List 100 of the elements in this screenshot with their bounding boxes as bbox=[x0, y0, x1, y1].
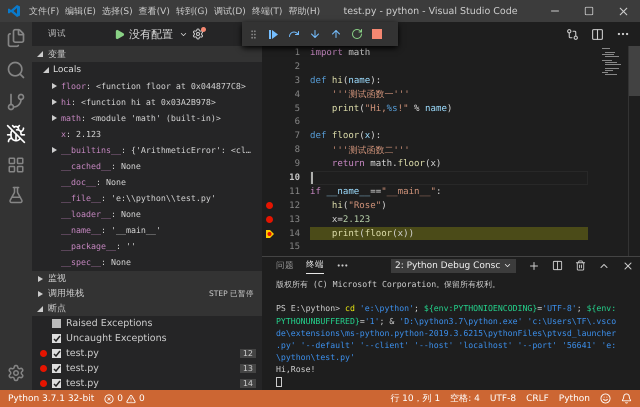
variable-entry[interactable]: floor: <function floor at 0x044877C8> bbox=[61, 81, 246, 91]
smiley-icon[interactable] bbox=[600, 393, 611, 404]
collapsed-arrow-icon[interactable] bbox=[51, 83, 57, 89]
code-token: def bbox=[310, 76, 328, 86]
status-item[interactable]: 行 10，列 1 bbox=[390, 392, 440, 405]
section-title[interactable]: 监视 bbox=[48, 272, 66, 285]
scrollbar[interactable] bbox=[628, 46, 640, 256]
branch-icon[interactable] bbox=[6, 92, 26, 112]
code-token: def bbox=[310, 131, 328, 142]
status-item[interactable]: UTF-8 bbox=[490, 394, 516, 404]
search-icon[interactable] bbox=[6, 60, 26, 80]
code-token: : bbox=[436, 186, 442, 197]
play-icon[interactable] bbox=[114, 28, 125, 40]
grip-icon[interactable] bbox=[248, 28, 259, 40]
trash-icon[interactable] bbox=[575, 260, 586, 271]
settings-icon[interactable] bbox=[7, 364, 25, 382]
variable-entry[interactable]: hi: <function hi at 0x03A2B978> bbox=[61, 97, 216, 107]
checkbox[interactable] bbox=[52, 319, 61, 328]
variable-entry[interactable]: __doc__: None bbox=[61, 177, 126, 187]
terminal-text: 'e:\python' bbox=[358, 303, 414, 314]
variable-entry[interactable]: __file__: 'e:\\python\\test.py' bbox=[61, 193, 216, 203]
menu-item[interactable]: 帮助(H) bbox=[285, 4, 324, 18]
close-icon[interactable] bbox=[622, 260, 634, 272]
section-title[interactable]: 变量 bbox=[48, 48, 66, 60]
step-over-icon[interactable] bbox=[288, 28, 300, 40]
code-token: return bbox=[330, 159, 365, 170]
status-item[interactable]: 空格: 4 bbox=[450, 392, 480, 405]
terminal-select[interactable]: 2: Python Debug Consc bbox=[391, 258, 516, 272]
split-icon[interactable] bbox=[552, 260, 564, 271]
collapsed-arrow-icon[interactable] bbox=[37, 276, 43, 282]
configuration-select[interactable]: 没有配置 bbox=[129, 26, 188, 42]
breakpoint-label[interactable]: test.py bbox=[66, 348, 99, 359]
scope-label[interactable]: Locals bbox=[53, 65, 82, 75]
variable-entry[interactable]: math: <module 'math' (built-in)> bbox=[61, 113, 221, 123]
breakpoint-icon[interactable] bbox=[266, 202, 273, 210]
collapsed-arrow-icon[interactable] bbox=[51, 147, 57, 153]
menu-item[interactable]: 查看(V) bbox=[136, 4, 173, 18]
current-line-icon[interactable] bbox=[266, 230, 274, 238]
restart-icon[interactable] bbox=[351, 28, 363, 40]
variable-entry[interactable]: __spec__: None bbox=[61, 257, 131, 267]
status-item[interactable]: CRLF bbox=[526, 394, 549, 404]
collapsed-arrow-icon[interactable] bbox=[51, 99, 57, 105]
breakpoint-label[interactable]: test.py bbox=[66, 378, 99, 389]
line-number: 3 bbox=[294, 76, 300, 86]
menu-item[interactable]: 转到(G) bbox=[172, 4, 211, 18]
extensions-icon[interactable] bbox=[7, 156, 25, 174]
line-number: 13 bbox=[289, 214, 300, 225]
checkbox[interactable] bbox=[52, 364, 61, 373]
section-title[interactable]: 断点 bbox=[48, 302, 66, 315]
breakpoint-icon[interactable] bbox=[266, 216, 273, 224]
collapsed-arrow-icon[interactable] bbox=[37, 290, 43, 296]
flask-icon[interactable] bbox=[7, 186, 25, 204]
breakpoint-label[interactable]: Raised Exceptions bbox=[66, 318, 152, 329]
variable-entry[interactable]: x: 2.123 bbox=[61, 129, 101, 139]
terminal-text: de\extensions\ms-python.python-2019.3.6215\pythonFiles\ptvsd_launcher bbox=[276, 328, 616, 338]
step-out-icon[interactable] bbox=[330, 28, 342, 40]
expanded-arrow-icon[interactable] bbox=[37, 51, 43, 57]
menu-item[interactable]: 终端(T) bbox=[248, 4, 286, 18]
interpreter-status[interactable]: Python 3.7.1 32-bit bbox=[8, 394, 94, 404]
breakpoint-label[interactable]: test.py bbox=[66, 363, 99, 374]
continue-icon[interactable] bbox=[268, 28, 279, 40]
checkbox[interactable] bbox=[52, 379, 61, 388]
split-editor-icon[interactable] bbox=[591, 28, 604, 40]
section-title[interactable]: 调用堆栈 bbox=[48, 287, 84, 300]
checkbox[interactable] bbox=[52, 334, 61, 343]
variable-entry[interactable]: __loader__: None bbox=[61, 209, 141, 219]
warning-count[interactable]: 0 bbox=[139, 394, 145, 404]
status-item[interactable]: Python bbox=[558, 394, 590, 404]
menu-item[interactable]: 编辑(E) bbox=[62, 4, 99, 18]
error-count[interactable]: 0 bbox=[117, 394, 123, 404]
files-icon[interactable] bbox=[6, 28, 26, 48]
menu-item[interactable]: 文件(F) bbox=[26, 4, 62, 18]
minimap-drawing bbox=[602, 48, 624, 78]
gear-icon[interactable] bbox=[192, 28, 204, 40]
code-token: % bbox=[413, 104, 421, 114]
code-token: '''测试函数二''' bbox=[330, 144, 410, 157]
breakpoint-label[interactable]: Uncaught Exceptions bbox=[66, 333, 167, 344]
plus-icon[interactable] bbox=[528, 260, 540, 272]
variable-entry[interactable]: __builtins__: {'ArithmeticError': <cl… bbox=[61, 145, 251, 155]
menu-item[interactable]: 选择(S) bbox=[98, 4, 136, 18]
expanded-arrow-icon[interactable] bbox=[37, 306, 43, 312]
menu-item[interactable]: 调试(D) bbox=[210, 4, 249, 18]
variable-entry[interactable]: __cached__: None bbox=[61, 161, 141, 171]
expanded-arrow-icon[interactable] bbox=[43, 67, 49, 73]
panel-tab[interactable]: 终端 bbox=[306, 257, 324, 274]
collapsed-arrow-icon[interactable] bbox=[51, 115, 57, 121]
line-number: 8 bbox=[294, 145, 300, 156]
bug-icon[interactable] bbox=[6, 124, 26, 144]
variable-entry[interactable]: __name__: '__main__' bbox=[61, 225, 161, 235]
variable-entry[interactable]: __package__: '' bbox=[61, 241, 136, 251]
code-token: "Rose" bbox=[348, 200, 382, 211]
code-token: ( bbox=[342, 200, 348, 211]
terminal-text: 版权所有 (C) Microsoft Corporation。保留所有权利。 bbox=[276, 278, 500, 290]
bell-icon[interactable] bbox=[621, 393, 632, 404]
panel-tab[interactable]: 问题 bbox=[276, 258, 294, 274]
compare-icon[interactable] bbox=[566, 28, 579, 40]
step-into-icon[interactable] bbox=[309, 28, 321, 40]
checkbox[interactable] bbox=[52, 349, 61, 358]
code-token: '''测试函数一''' bbox=[330, 88, 410, 102]
code-token: hi bbox=[332, 76, 343, 86]
